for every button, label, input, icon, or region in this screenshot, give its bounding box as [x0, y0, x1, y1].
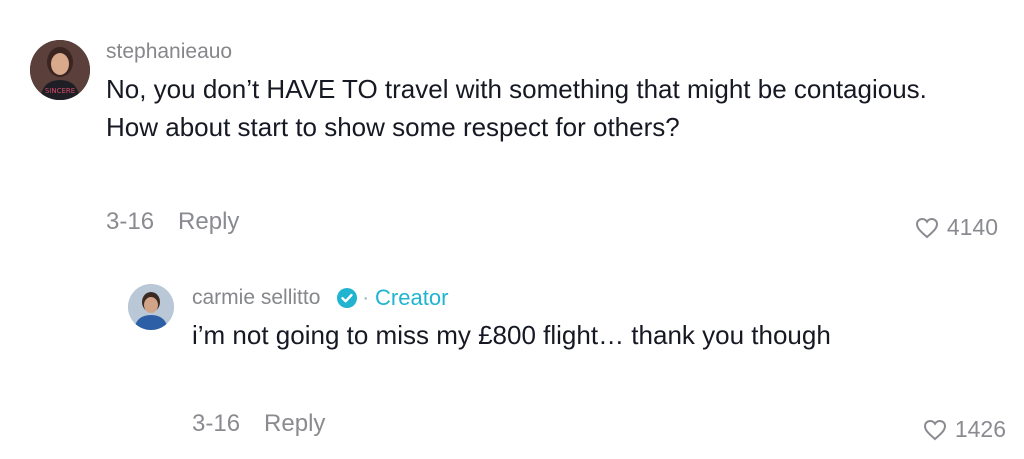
- reply-button[interactable]: Reply: [264, 410, 325, 438]
- comment-text: No, you don’t HAVE TO travel with someth…: [106, 74, 927, 142]
- reply-like-count: 1426: [954, 416, 1006, 442]
- reply-username[interactable]: carmie sellitto: [192, 284, 320, 312]
- reply-date: 3-16: [192, 410, 241, 437]
- creator-avatar[interactable]: [128, 284, 174, 330]
- commenter-avatar[interactable]: SINCERE: [30, 40, 90, 100]
- reply-username-row: carmie sellitto · Creator: [192, 284, 992, 312]
- heart-icon: [915, 217, 938, 238]
- verified-check-icon: [336, 287, 358, 309]
- badge-separator: ·: [362, 287, 370, 309]
- comment-date: 3-16: [106, 208, 155, 235]
- reply-meta: 3-16 Reply: [192, 410, 325, 438]
- svg-text:SINCERE: SINCERE: [45, 87, 75, 95]
- reply-button[interactable]: Reply: [178, 208, 239, 236]
- heart-icon: [923, 419, 946, 440]
- comment-meta: 3-16 Reply: [106, 208, 239, 236]
- creator-badge: Creator: [375, 285, 449, 310]
- like-button[interactable]: 4140: [915, 214, 998, 241]
- reply-text: i’m not going to miss my £800 flight… th…: [192, 320, 831, 350]
- comment-username[interactable]: stephanieauo: [106, 38, 986, 66]
- reply-like-button[interactable]: 1426: [923, 416, 1006, 443]
- like-count: 4140: [946, 214, 998, 240]
- reply-comment: carmie sellitto · Creator i’m not going …: [126, 284, 1010, 454]
